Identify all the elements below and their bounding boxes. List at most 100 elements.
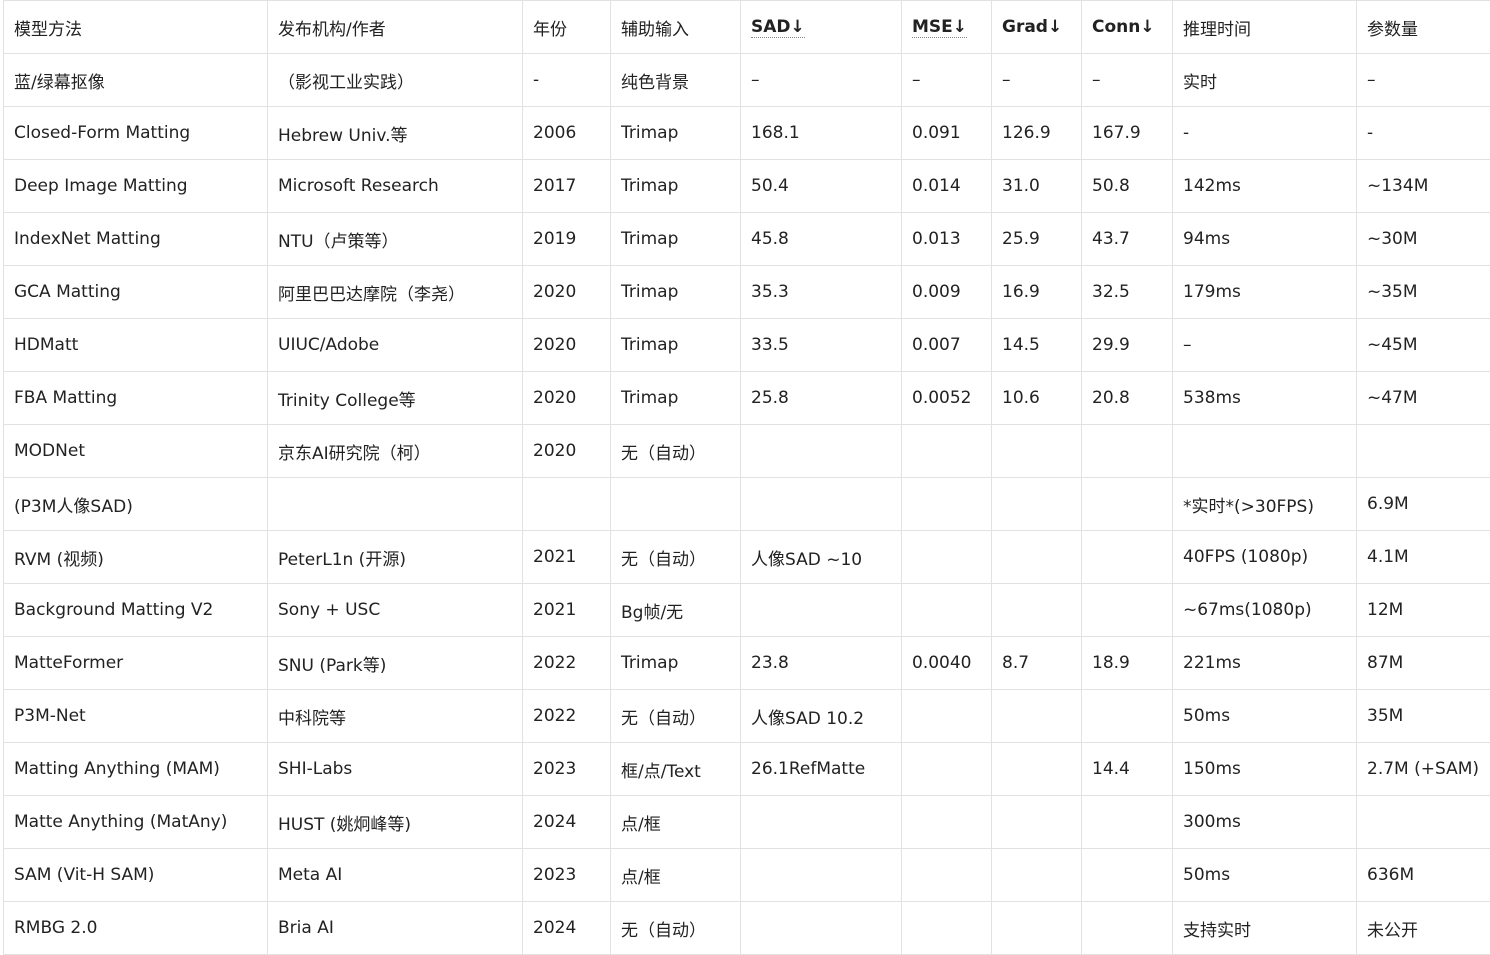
table-cell: [741, 796, 902, 849]
table-cell: –: [1357, 54, 1490, 107]
table-cell: 2021: [523, 584, 611, 637]
table-cell: 12M: [1357, 584, 1490, 637]
table-cell: 未公开: [1357, 902, 1490, 955]
table-cell: 94ms: [1173, 213, 1357, 266]
table-cell: 8.7: [992, 637, 1082, 690]
table-cell: 25.9: [992, 213, 1082, 266]
table-cell: 无（自动）: [611, 902, 741, 955]
table-row: Deep Image Matting Microsoft Research 20…: [4, 160, 1490, 213]
table-cell: [1173, 425, 1357, 478]
table-cell: Trimap: [611, 160, 741, 213]
table-cell: 京东AI研究院（柯）: [268, 425, 523, 478]
table-cell: 179ms: [1173, 266, 1357, 319]
table-cell: 点/框: [611, 849, 741, 902]
table-cell: MODNet: [4, 425, 268, 478]
table-cell: –: [992, 54, 1082, 107]
table-row: HDMatt UIUC/Adobe 2020 Trimap 33.5 0.007…: [4, 319, 1490, 372]
table-cell: ~35M: [1357, 266, 1490, 319]
table-cell: ~67ms(1080p): [1173, 584, 1357, 637]
table-cell: -: [1357, 107, 1490, 160]
table-cell: 2020: [523, 319, 611, 372]
table-cell: 50ms: [1173, 849, 1357, 902]
table-cell: 0.013: [902, 213, 992, 266]
table-cell: [992, 849, 1082, 902]
table-cell: 2006: [523, 107, 611, 160]
table-row: FBA Matting Trinity College等 2020 Trimap…: [4, 372, 1490, 425]
table-cell: Microsoft Research: [268, 160, 523, 213]
table-cell: Trimap: [611, 213, 741, 266]
table-cell: 35M: [1357, 690, 1490, 743]
table-cell: SHI-Labs: [268, 743, 523, 796]
table-cell: [1082, 690, 1173, 743]
table-cell: –: [902, 54, 992, 107]
table-cell: 2019: [523, 213, 611, 266]
table-cell: 43.7: [1082, 213, 1173, 266]
table-cell: ~30M: [1357, 213, 1490, 266]
table-cell: 221ms: [1173, 637, 1357, 690]
table-cell: 2020: [523, 266, 611, 319]
table-cell: [992, 425, 1082, 478]
table-cell: FBA Matting: [4, 372, 268, 425]
table-cell: Hebrew Univ.等: [268, 107, 523, 160]
table-cell: [1082, 902, 1173, 955]
table-cell: 2023: [523, 743, 611, 796]
table-cell: 阿里巴巴达摩院（李尧）: [268, 266, 523, 319]
table-cell: 167.9: [1082, 107, 1173, 160]
table-row: SAM (Vit-H SAM) Meta AI 2023 点/框 50ms 63…: [4, 849, 1490, 902]
table-cell: 20.8: [1082, 372, 1173, 425]
table-cell: 45.8: [741, 213, 902, 266]
table-cell: Trimap: [611, 107, 741, 160]
table-cell: 支持实时: [1173, 902, 1357, 955]
table-cell: MatteFormer: [4, 637, 268, 690]
table-cell: Bg帧/无: [611, 584, 741, 637]
table-cell: 25.8: [741, 372, 902, 425]
table-cell: 纯色背景: [611, 54, 741, 107]
table-cell: 2020: [523, 425, 611, 478]
table-cell: 33.5: [741, 319, 902, 372]
table-row: IndexNet Matting NTU（卢策等） 2019 Trimap 45…: [4, 213, 1490, 266]
table-cell: [992, 796, 1082, 849]
table-cell: [1082, 584, 1173, 637]
table-cell: [741, 902, 902, 955]
table-cell: ~47M: [1357, 372, 1490, 425]
table-cell: 31.0: [992, 160, 1082, 213]
header-cell-year: 年份: [523, 1, 611, 54]
header-cell-org: 发布机构/作者: [268, 1, 523, 54]
table-cell: [1082, 425, 1173, 478]
header-cell-sad: SAD↓: [741, 1, 902, 54]
table-cell: [1082, 478, 1173, 531]
table-cell: –: [741, 54, 902, 107]
header-sad-text: SAD↓: [751, 17, 805, 38]
table-cell: 中科院等: [268, 690, 523, 743]
table-cell: 26.1RefMatte: [741, 743, 902, 796]
table-cell: 87M: [1357, 637, 1490, 690]
table-cell: 4.1M: [1357, 531, 1490, 584]
table-cell: 0.009: [902, 266, 992, 319]
table-cell: 40FPS (1080p): [1173, 531, 1357, 584]
header-row: 模型方法 发布机构/作者 年份 辅助输入 SAD↓ MSE↓ Grad↓ Con…: [4, 1, 1490, 54]
table-cell: [992, 690, 1082, 743]
table-cell: ~45M: [1357, 319, 1490, 372]
table-cell: –: [1082, 54, 1173, 107]
table-cell: -: [523, 54, 611, 107]
table-cell: Background Matting V2: [4, 584, 268, 637]
table-cell: [992, 531, 1082, 584]
table-cell: （影视工业实践）: [268, 54, 523, 107]
table-cell: 32.5: [1082, 266, 1173, 319]
table-cell: Trimap: [611, 637, 741, 690]
table-cell: SAM (Vit-H SAM): [4, 849, 268, 902]
table-cell: [1357, 425, 1490, 478]
table-cell: -: [1173, 107, 1357, 160]
table-cell: [1082, 796, 1173, 849]
table-cell: 126.9: [992, 107, 1082, 160]
table-cell: 50ms: [1173, 690, 1357, 743]
header-cell-input: 辅助输入: [611, 1, 741, 54]
table-cell: *实时*(>30FPS): [1173, 478, 1357, 531]
table-cell: NTU（卢策等）: [268, 213, 523, 266]
table-cell: SNU (Park等): [268, 637, 523, 690]
table-cell: [992, 478, 1082, 531]
table-cell: Trimap: [611, 266, 741, 319]
table-cell: [741, 478, 902, 531]
table-row: MODNet 京东AI研究院（柯） 2020 无（自动）: [4, 425, 1490, 478]
table-cell: –: [1173, 319, 1357, 372]
